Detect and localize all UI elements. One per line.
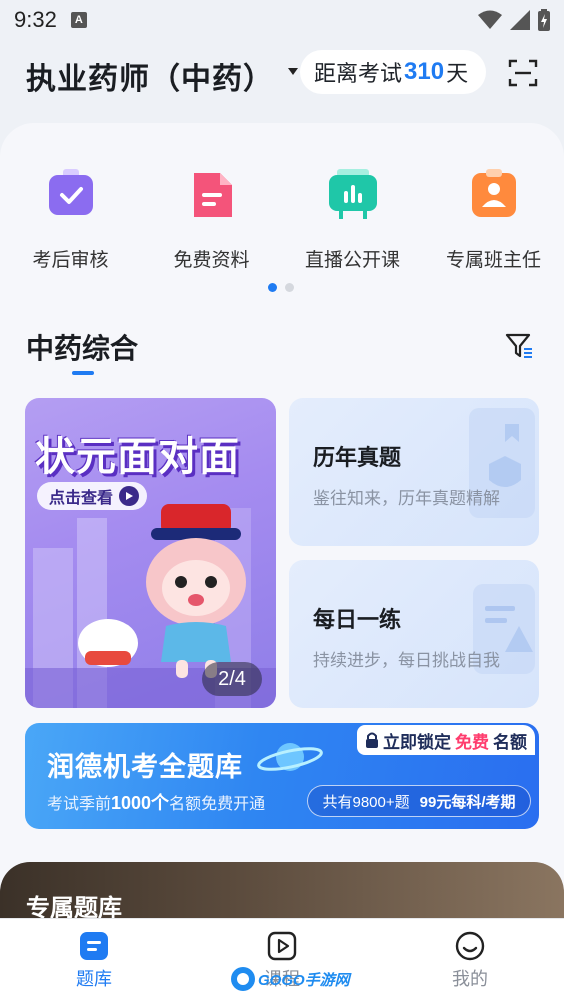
pager-dots bbox=[268, 283, 294, 292]
countdown-prefix: 距离考试 bbox=[314, 61, 403, 86]
filter-icon[interactable] bbox=[504, 331, 534, 361]
nav-tab-question-bank[interactable]: 题库 bbox=[0, 919, 188, 1004]
countdown-suffix: 天 bbox=[446, 61, 469, 86]
quick-action-live[interactable]: 直播公开课 bbox=[282, 163, 423, 273]
promo-sub-highlight: 1000个 bbox=[111, 793, 170, 813]
watermark-text: GOGO手游网 bbox=[258, 971, 350, 989]
quick-action-label: 免费资料 bbox=[173, 250, 250, 271]
document-icon bbox=[193, 173, 232, 217]
exam-category-title[interactable]: 执业药师（中药） bbox=[26, 54, 274, 98]
quick-action-review[interactable]: 考后审核 bbox=[0, 163, 141, 273]
banner-title: 状元面对面 bbox=[35, 434, 240, 480]
exam-countdown[interactable]: 距离考试 310 天 bbox=[300, 50, 486, 94]
carousel-page-indicator: 2/4 bbox=[202, 662, 262, 696]
card-subtitle: 鉴往知来，历年真题精解 bbox=[313, 489, 500, 508]
card-title: 历年真题 bbox=[313, 446, 402, 471]
clipboard-warning-icon bbox=[473, 584, 535, 674]
promo-title: 润德机考全题库 bbox=[47, 752, 243, 783]
header: 执业药师（中药） 距离考试 310 天 bbox=[0, 42, 564, 104]
scan-icon[interactable] bbox=[508, 58, 538, 88]
section-title: 中药综合 bbox=[26, 332, 139, 365]
lock-free-slot-button[interactable]: 立即锁定 免费 名额 bbox=[357, 725, 535, 755]
nav-tab-profile[interactable]: 我的 bbox=[376, 919, 564, 1004]
card-subtitle: 持续进步，每日挑战自我 bbox=[313, 651, 500, 670]
lock-icon bbox=[366, 732, 378, 748]
live-tv-icon bbox=[328, 169, 377, 219]
promo-price: 99元每科/考期 bbox=[419, 793, 516, 811]
status-indicators bbox=[478, 9, 550, 31]
question-bank-promo-banner[interactable]: 润德机考全题库 考试季前1000个名额免费开通 立即锁定 免费 名额 共有9800+… bbox=[25, 723, 539, 829]
gogo-logo-icon bbox=[231, 967, 255, 991]
teacher-badge-icon bbox=[471, 169, 516, 217]
smile-face-icon bbox=[455, 931, 485, 961]
quick-action-materials[interactable]: 免费资料 bbox=[141, 163, 282, 273]
planet-icon bbox=[257, 743, 323, 771]
promo-carousel-banner[interactable]: 状元面对面 点击查看 2/4 bbox=[25, 398, 276, 708]
pager-dot bbox=[285, 283, 294, 292]
status-bar: 9:32 A bbox=[0, 0, 564, 40]
watermark: GOGO手游网 bbox=[230, 966, 350, 992]
quick-action-label: 直播公开课 bbox=[304, 250, 400, 271]
view-now-label: 点击查看 bbox=[49, 490, 114, 507]
daily-practice-card[interactable]: 每日一练 持续进步，每日挑战自我 bbox=[289, 560, 539, 708]
promo-pricing-pill: 共有9800+题 99元每科/考期 bbox=[307, 785, 531, 817]
promo-sub-prefix: 考试季前 bbox=[47, 796, 112, 813]
lock-highlight: 免费 bbox=[455, 732, 489, 752]
signal-icon bbox=[510, 10, 530, 30]
play-video-icon bbox=[267, 931, 297, 961]
battery-icon bbox=[538, 9, 550, 31]
quick-action-label: 专属班主任 bbox=[445, 250, 541, 271]
quick-action-label: 考后审核 bbox=[32, 250, 109, 271]
notification-icon: A bbox=[70, 12, 87, 28]
status-time: 9:32 bbox=[14, 7, 57, 32]
nav-label: 我的 bbox=[452, 969, 488, 989]
lock-suffix: 名额 bbox=[493, 732, 527, 752]
mascot-illustration bbox=[146, 504, 246, 678]
question-bank-icon bbox=[80, 932, 108, 960]
book-shield-icon bbox=[469, 408, 535, 518]
promo-question-count: 共有9800+题 bbox=[322, 793, 410, 811]
wifi-icon bbox=[478, 10, 502, 29]
quick-actions: 考后审核 免费资料 直播公开课 专属班主任 bbox=[0, 163, 564, 273]
nav-label: 题库 bbox=[76, 969, 112, 989]
card-title: 每日一练 bbox=[313, 608, 402, 633]
lock-prefix: 立即锁定 bbox=[383, 732, 451, 752]
checkmark-card-icon bbox=[48, 169, 93, 215]
pager-dot-active bbox=[268, 283, 277, 292]
promo-sub-suffix: 名额免费开通 bbox=[169, 796, 266, 813]
past-exams-card[interactable]: 历年真题 鉴往知来，历年真题精解 bbox=[289, 398, 539, 546]
main-content: 考后审核 免费资料 直播公开课 专属班主任 中药综合 状元面对面 点击查看 2/… bbox=[0, 123, 564, 942]
section-underline bbox=[72, 371, 94, 375]
quick-action-advisor[interactable]: 专属班主任 bbox=[423, 163, 564, 273]
promo-subtitle: 考试季前1000个名额免费开通 bbox=[47, 789, 265, 815]
countdown-days: 310 bbox=[404, 58, 445, 85]
chevron-down-icon[interactable] bbox=[288, 68, 298, 75]
cat-illustration bbox=[78, 619, 138, 667]
